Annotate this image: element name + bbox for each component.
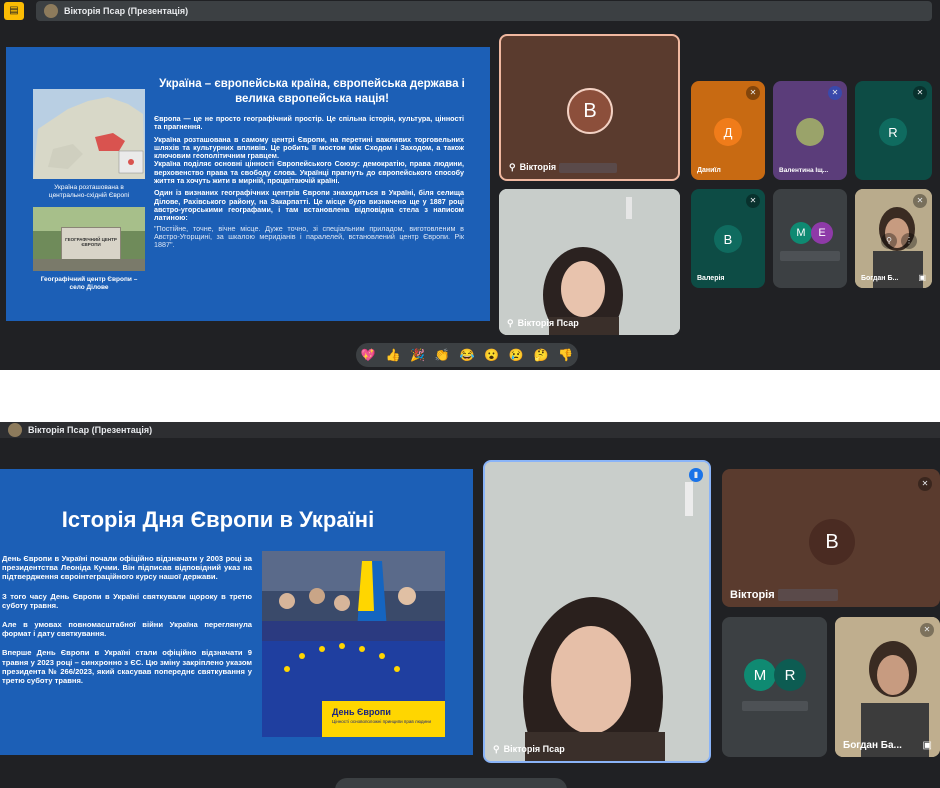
thumbs-up-reaction-icon[interactable]: 👍 bbox=[386, 348, 401, 362]
participant-tile-viktoriia[interactable]: В ⚲ Вікторія bbox=[499, 34, 680, 181]
surprised-reaction-icon[interactable]: 😮 bbox=[484, 348, 499, 362]
more-options-icon[interactable]: ⋮ bbox=[901, 233, 917, 249]
participant-tile-r[interactable]: ✕ R bbox=[855, 81, 932, 180]
participant-tile-valeria[interactable]: ✕ В Валерія bbox=[691, 189, 765, 288]
participant-name: ⚲ Вікторія Псар bbox=[507, 318, 579, 328]
top-bar: Вікторія Псар (Презентація) bbox=[0, 422, 940, 440]
mic-off-icon: ✕ bbox=[913, 86, 927, 100]
pin-icon: ⚲ bbox=[509, 162, 516, 172]
pin-icon: ⚲ bbox=[493, 744, 500, 754]
redacted-names bbox=[780, 251, 840, 261]
reactions-bar bbox=[335, 778, 567, 788]
map-caption: Україна розташована в центрально-східній… bbox=[48, 184, 130, 199]
avatar: M bbox=[744, 659, 776, 691]
participant-name: Богдан Ба... bbox=[843, 740, 902, 751]
presentation-icon[interactable]: ▤ bbox=[4, 2, 24, 20]
slide-paragraph: Україна поділяє основні цінності Європей… bbox=[154, 159, 464, 186]
participant-name: Валентина Іщ... bbox=[779, 167, 829, 174]
top-bar: ▤ Вікторія Псар (Презентація) bbox=[0, 0, 940, 22]
participant-tile-viktoriia-camera[interactable]: ⚲ Вікторія Псар bbox=[499, 189, 680, 335]
mic-off-icon: ✕ bbox=[746, 86, 760, 100]
avatar: В bbox=[809, 519, 855, 565]
screen-share-icon: ▣ bbox=[918, 273, 926, 282]
participant-tile-bohdan[interactable]: ✕ ⚲ ⋮ Богдан Б... ▣ bbox=[855, 189, 932, 288]
participant-tile-valentina[interactable]: ✕ Валентина Іщ... bbox=[773, 81, 847, 180]
slide-paragraph: Один із визнаних географічних центрів Єв… bbox=[154, 188, 464, 223]
participant-tile-group[interactable]: M R bbox=[722, 617, 827, 757]
meet-screenshot-1: ▤ Вікторія Псар (Презентація) Україна – … bbox=[0, 0, 940, 370]
participant-name: ⚲ Вікторія Псар bbox=[493, 744, 565, 754]
avatar: E bbox=[811, 222, 833, 244]
participant-name: Даниїл bbox=[697, 167, 721, 174]
presenter-avatar bbox=[44, 4, 58, 18]
slide-paragraph: Україна розташована в самому центрі Євро… bbox=[154, 134, 464, 161]
photo-caption: Географічний центр Європи – село Ділове bbox=[40, 276, 138, 291]
avatar-photo bbox=[796, 118, 824, 146]
participant-name: ⚲ Вікторія bbox=[509, 162, 617, 173]
sad-reaction-icon[interactable]: 😢 bbox=[509, 348, 524, 362]
presenter-label: Вікторія Псар (Презентація) bbox=[28, 425, 153, 435]
presenter-label: Вікторія Псар (Презентація) bbox=[64, 6, 189, 16]
meet-screenshot-2: Вікторія Псар (Презентація) Історія Дня … bbox=[0, 422, 940, 788]
avatar: R bbox=[774, 659, 806, 691]
participant-tile-group[interactable]: M E bbox=[773, 189, 847, 288]
mic-off-icon: ✕ bbox=[918, 477, 932, 491]
europe-map-image bbox=[33, 89, 145, 179]
banner-subtitle: Цінності основоположні принципи прав люд… bbox=[332, 719, 432, 724]
slide-paragraph: Вперше День Європи в Україні стали офіці… bbox=[2, 648, 252, 686]
slide-body: День Європи в Україні почали офіційно ві… bbox=[2, 554, 252, 695]
party-reaction-icon[interactable]: 🎉 bbox=[410, 348, 425, 362]
slide-quote: "Постійне, точне, вічне місце. Дуже точн… bbox=[154, 223, 464, 250]
redacted-names bbox=[742, 701, 808, 711]
clap-reaction-icon[interactable]: 👏 bbox=[435, 348, 450, 362]
avatar: M bbox=[790, 222, 812, 244]
presenter-pill[interactable]: Вікторія Псар (Презентація) bbox=[36, 1, 932, 21]
heart-reaction-icon[interactable]: 💖 bbox=[361, 348, 376, 362]
avatar: Д bbox=[714, 118, 742, 146]
participant-name: Вікторія bbox=[730, 589, 838, 601]
mic-off-icon: ✕ bbox=[920, 623, 934, 637]
slide-title: Історія Дня Європи в Україні bbox=[61, 507, 375, 532]
avatar: R bbox=[879, 118, 907, 146]
slide-paragraph: З того часу День Європи в Україні святку… bbox=[2, 591, 252, 610]
screen-share-icon: ▣ bbox=[922, 740, 932, 751]
europe-day-photo: День Європи Цінності основоположні принц… bbox=[262, 551, 445, 737]
slide-paragraph: Європа — це не просто географічний прост… bbox=[154, 114, 464, 132]
pin-icon: ⚲ bbox=[507, 318, 514, 328]
participant-tile-bohdan[interactable]: ✕ Богдан Ба... ▣ bbox=[835, 617, 940, 757]
sign-text: ГЕОГРАФІЧНИЙ ЦЕНТР ЄВРОПИ bbox=[65, 237, 117, 247]
pin-button-icon[interactable]: ⚲ bbox=[881, 233, 897, 249]
mic-off-icon: ✕ bbox=[746, 194, 760, 208]
mic-off-icon: ✕ bbox=[828, 86, 842, 100]
participant-tile-viktoriia[interactable]: ✕ В Вікторія bbox=[722, 469, 940, 607]
presenter-pill[interactable]: Вікторія Псар (Презентація) bbox=[0, 422, 940, 438]
avatar: В bbox=[714, 225, 742, 253]
slide-paragraph: Але в умовах повномасштабної війни Украї… bbox=[2, 620, 252, 639]
center-of-europe-photo: ГЕОГРАФІЧНИЙ ЦЕНТР ЄВРОПИ bbox=[33, 207, 145, 271]
mic-off-icon: ✕ bbox=[913, 194, 927, 208]
banner-title: День Європи bbox=[332, 707, 391, 717]
presentation-slide: Історія Дня Європи в Україні День Європи… bbox=[0, 469, 473, 755]
slide-title: Україна – європейська країна, європейськ… bbox=[159, 78, 465, 105]
participant-name: Богдан Б... bbox=[861, 275, 899, 282]
participant-tile-viktoriia-camera[interactable]: ▮ ⚲ Вікторія Псар bbox=[483, 460, 711, 763]
slide-body: Європа — це не просто географічний прост… bbox=[154, 114, 464, 253]
reactions-bar: 💖 👍 🎉 👏 😂 😮 😢 🤔 👎 bbox=[356, 343, 578, 367]
thinking-reaction-icon[interactable]: 🤔 bbox=[533, 348, 548, 362]
avatar: В bbox=[567, 88, 613, 134]
presenter-avatar bbox=[8, 423, 22, 437]
thumbs-down-reaction-icon[interactable]: 👎 bbox=[558, 348, 573, 362]
presentation-slide: Україна – європейська країна, європейськ… bbox=[6, 47, 490, 321]
laugh-reaction-icon[interactable]: 😂 bbox=[459, 348, 474, 362]
participant-name: Валерія bbox=[697, 275, 725, 282]
speaking-indicator-icon: ▮ bbox=[689, 468, 703, 482]
slide-paragraph: День Європи в Україні почали офіційно ві… bbox=[2, 554, 252, 582]
participant-tile-daniil[interactable]: ✕ Д Даниїл bbox=[691, 81, 765, 180]
